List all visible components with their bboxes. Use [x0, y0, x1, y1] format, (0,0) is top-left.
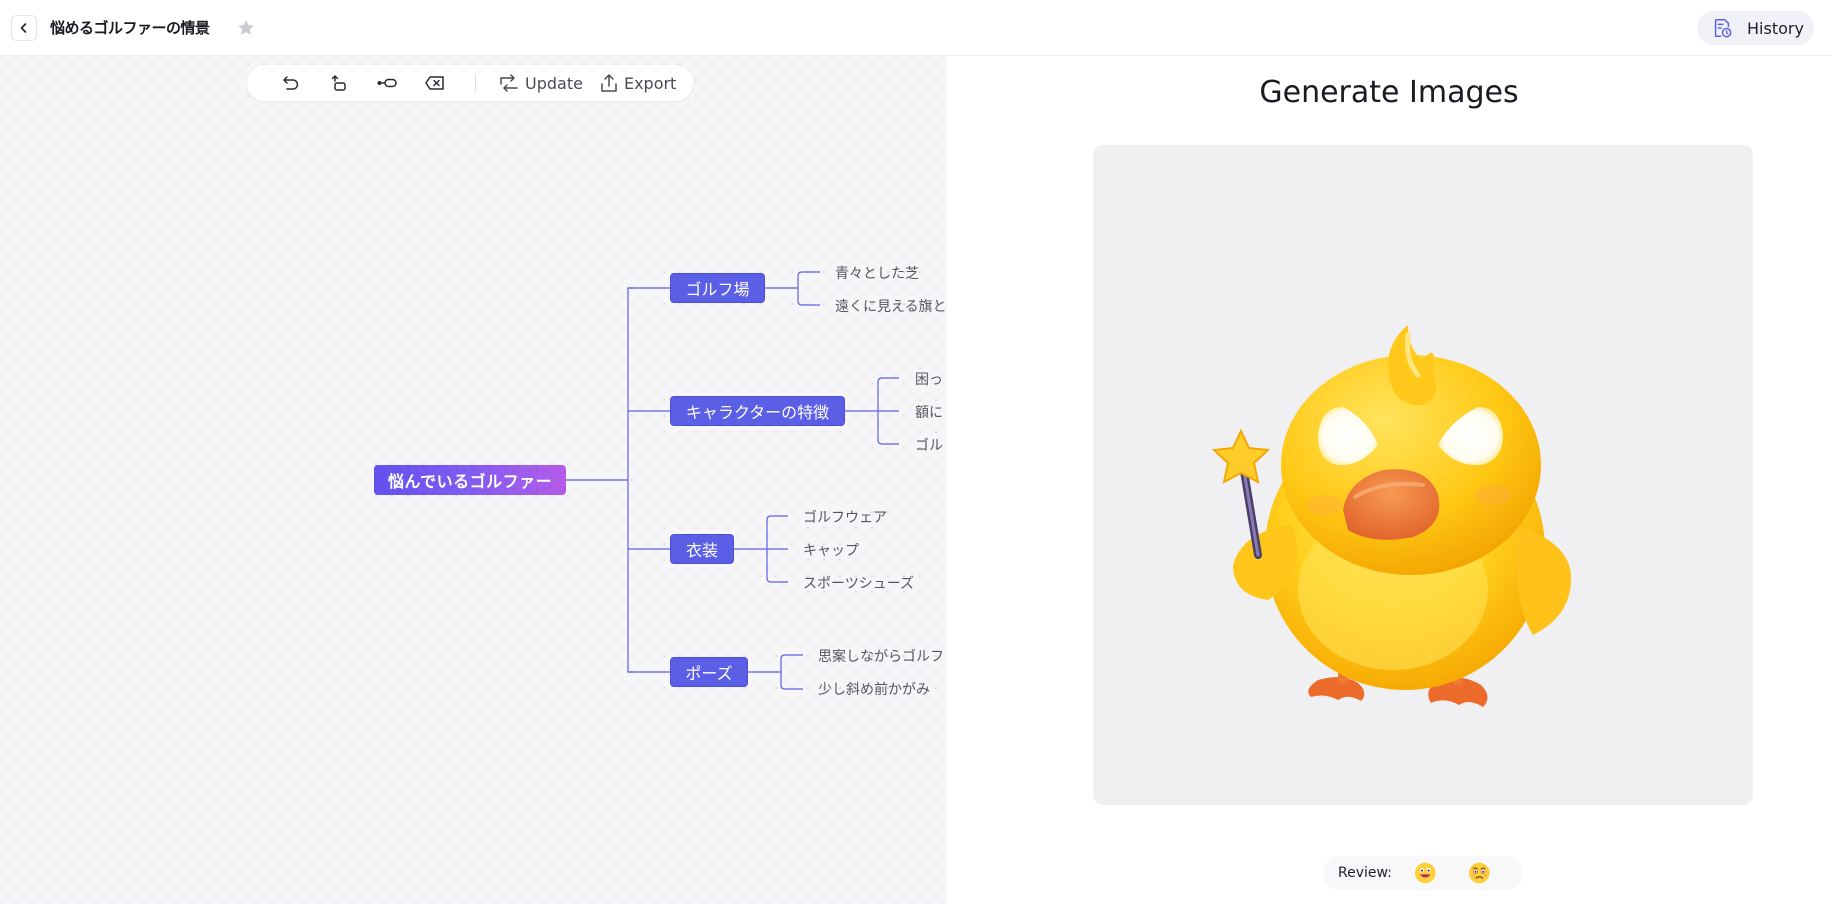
review-label: Review: — [1338, 865, 1392, 881]
mindmap-branch-node[interactable]: 衣装 — [670, 534, 734, 564]
mindmap-leaf-node[interactable]: 思案しながらゴルフ — [818, 646, 944, 666]
mindmap-root-node[interactable]: 悩んでいるゴルファー — [374, 465, 566, 495]
chevron-left-icon — [20, 23, 27, 33]
mindmap-canvas[interactable]: Update Export 悩んでいるゴルファー ゴルフ場 キャラクターの特徴 … — [0, 56, 947, 904]
happy-emoji-icon[interactable] — [1414, 861, 1437, 885]
mindmap-leaf-node[interactable]: 額に — [915, 402, 943, 422]
mindmap-leaf-node[interactable]: 青々とした芝 — [835, 263, 919, 283]
mindmap-branch-node[interactable]: ポーズ — [670, 657, 748, 687]
document-title[interactable]: 悩めるゴルファーの情景 — [50, 17, 210, 38]
mindmap-leaf-node[interactable]: ゴルフウェア — [803, 507, 887, 527]
review-bar: Review: — [1323, 856, 1523, 890]
mindmap-leaf-node[interactable]: 困っ — [915, 369, 943, 389]
mindmap-leaf-node[interactable]: ゴル — [915, 435, 943, 455]
back-button[interactable] — [11, 15, 37, 41]
page-bottom-edge — [0, 904, 1831, 912]
mindmap-leaf-node[interactable]: 遠くに見える旗と — [835, 296, 947, 316]
yellow-duck-illustration — [1211, 325, 1572, 707]
history-doc-icon — [1714, 19, 1732, 38]
sad-emoji-icon[interactable] — [1468, 861, 1491, 885]
mindmap-leaf-node[interactable]: スポーツシューズ — [803, 573, 914, 593]
generate-images-panel: Generate Images Review: — [947, 56, 1831, 904]
mindmap-leaf-node[interactable]: 少し斜め前かがみ — [818, 679, 930, 699]
mindmap-branch-node[interactable]: ゴルフ場 — [670, 273, 765, 303]
mindmap-branch-node[interactable]: キャラクターの特徴 — [670, 396, 845, 426]
star-icon — [238, 20, 254, 35]
app-header: 悩めるゴルファーの情景 History — [0, 0, 1831, 56]
mindmap-leaf-node[interactable]: キャップ — [803, 540, 859, 560]
history-button[interactable]: History — [1697, 11, 1814, 45]
history-label: History — [1747, 18, 1804, 38]
generated-image[interactable] — [1093, 145, 1753, 805]
favorite-button[interactable] — [234, 16, 258, 40]
panel-title: Generate Images — [1259, 75, 1519, 110]
